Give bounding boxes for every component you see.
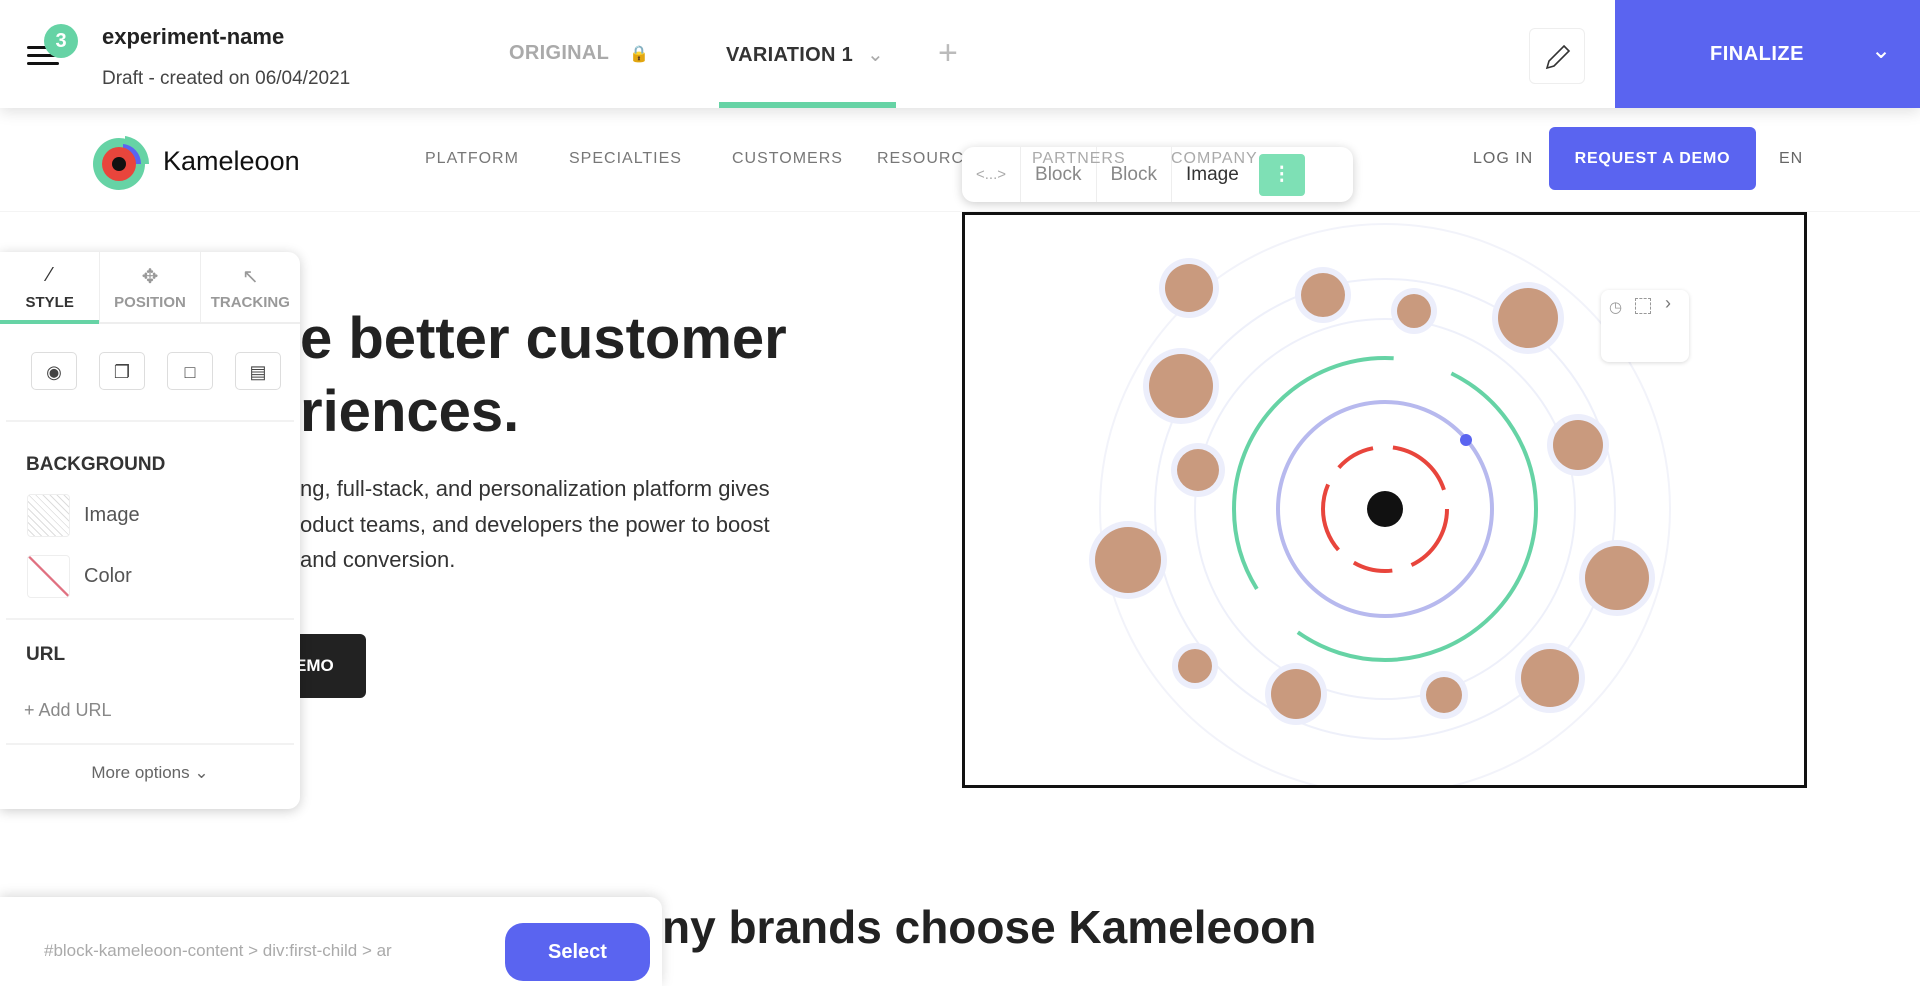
tab-label: STYLE — [25, 294, 74, 311]
more-options-label: More options — [91, 763, 190, 782]
hero-paragraph-line3: and conversion. — [300, 547, 456, 572]
background-heading: BACKGROUND — [26, 454, 166, 475]
color-swatch-icon — [27, 555, 70, 598]
select-button[interactable]: Select — [505, 923, 650, 981]
copy-icon[interactable]: ❐ — [99, 352, 145, 390]
more-options-button[interactable]: More options ⌄ — [0, 763, 300, 783]
language-selector[interactable]: EN — [1779, 150, 1803, 168]
nav-specialties[interactable]: SPECIALTIES — [569, 150, 682, 168]
option-label: Color — [84, 565, 132, 587]
resize-icon[interactable] — [1635, 298, 1651, 314]
image-toolbar: ◷ › — [1601, 290, 1689, 362]
element-breadcrumb: <...> Block Block Image ⋮ — [962, 147, 1353, 202]
tab-label: VARIATION 1 — [726, 44, 854, 66]
plus-icon[interactable]: + — [938, 34, 958, 73]
editor-topbar: 3 experiment-name Draft - created on 06/… — [0, 0, 1920, 108]
pencil-icon — [1545, 44, 1571, 70]
tab-variation-1[interactable]: VARIATION 1 ⌄ — [726, 42, 884, 67]
css-selector-input[interactable]: #block-kameleoon-content > div:first-chi… — [44, 941, 464, 961]
eye-icon[interactable]: ◉ — [31, 352, 77, 390]
nav-partners[interactable]: PARTNERS — [1032, 150, 1126, 168]
request-demo-button[interactable]: REQUEST A DEMO — [1549, 127, 1756, 190]
tab-label: POSITION — [114, 294, 186, 311]
url-heading: URL — [26, 644, 66, 665]
tab-original[interactable]: ORIGINAL 🔒 — [509, 42, 649, 65]
select-child-icon[interactable]: ▤ — [235, 352, 281, 390]
code-icon[interactable]: <...> — [962, 147, 1022, 202]
experiment-status: Draft - created on 06/04/2021 — [102, 68, 351, 89]
clock-icon[interactable]: ◷ — [1609, 298, 1622, 316]
brush-icon: ⁄ — [47, 264, 52, 286]
chevron-down-icon: ⌄ — [867, 44, 885, 66]
edit-button[interactable] — [1529, 28, 1585, 84]
chevron-down-icon[interactable]: ⌄ — [1871, 36, 1891, 65]
experiment-name[interactable]: experiment-name — [102, 24, 284, 50]
nav-company[interactable]: COMPANY — [1171, 150, 1258, 168]
kameleoon-logo — [93, 136, 150, 190]
cursor-icon: ↖ — [241, 266, 259, 288]
chevron-down-icon: ⌄ — [194, 763, 209, 782]
selector-bar: #block-kameleoon-content > div:first-chi… — [0, 897, 662, 986]
active-tab-indicator — [719, 102, 896, 108]
finalize-label: FINALIZE — [1710, 43, 1804, 65]
lock-icon: 🔒 — [629, 46, 650, 63]
image-swatch-icon — [27, 494, 70, 537]
nav-platform[interactable]: PLATFORM — [425, 150, 519, 168]
finalize-button[interactable]: FINALIZE ⌄ — [1615, 0, 1920, 108]
style-panel: ⁄ STYLE ✥ POSITION ↖ TRACKING ◉ ❐ □ ▤ BACKG… — [0, 252, 300, 809]
hero-paragraph-line1: ng, full-stack, and personalization plat… — [300, 476, 770, 501]
add-url-label: Add URL — [38, 700, 112, 720]
more-vertical-icon[interactable]: ⋮ — [1258, 153, 1305, 196]
plus-icon: + — [24, 700, 39, 720]
tab-position[interactable]: ✥ POSITION — [100, 252, 201, 322]
hero-paragraph-line2: oduct teams, and developers the power to… — [300, 512, 770, 537]
tab-style[interactable]: ⁄ STYLE — [0, 252, 101, 324]
select-parent-icon[interactable]: □ — [167, 352, 213, 390]
tab-label: TRACKING — [210, 294, 290, 311]
background-color-option[interactable]: Color — [27, 555, 300, 598]
option-label: Image — [84, 504, 140, 526]
hero-headline-line2: riences. — [300, 379, 520, 444]
chevron-right-icon[interactable]: › — [1665, 293, 1671, 314]
nav-customers[interactable]: CUSTOMERS — [732, 150, 843, 168]
move-icon: ✥ — [141, 266, 159, 288]
login-link[interactable]: LOG IN — [1473, 150, 1533, 168]
section-title: ny brands choose Kameleoon — [662, 901, 1317, 953]
add-url-button[interactable]: + Add URL — [24, 700, 300, 721]
tab-label: ORIGINAL — [509, 42, 610, 64]
tab-tracking[interactable]: ↖ TRACKING — [201, 252, 300, 322]
hero-headline-line1: e better customer — [300, 306, 787, 371]
background-image-option[interactable]: Image — [27, 494, 300, 537]
brand-name: Kameleoon — [163, 146, 300, 176]
notification-badge[interactable]: 3 — [44, 24, 78, 58]
